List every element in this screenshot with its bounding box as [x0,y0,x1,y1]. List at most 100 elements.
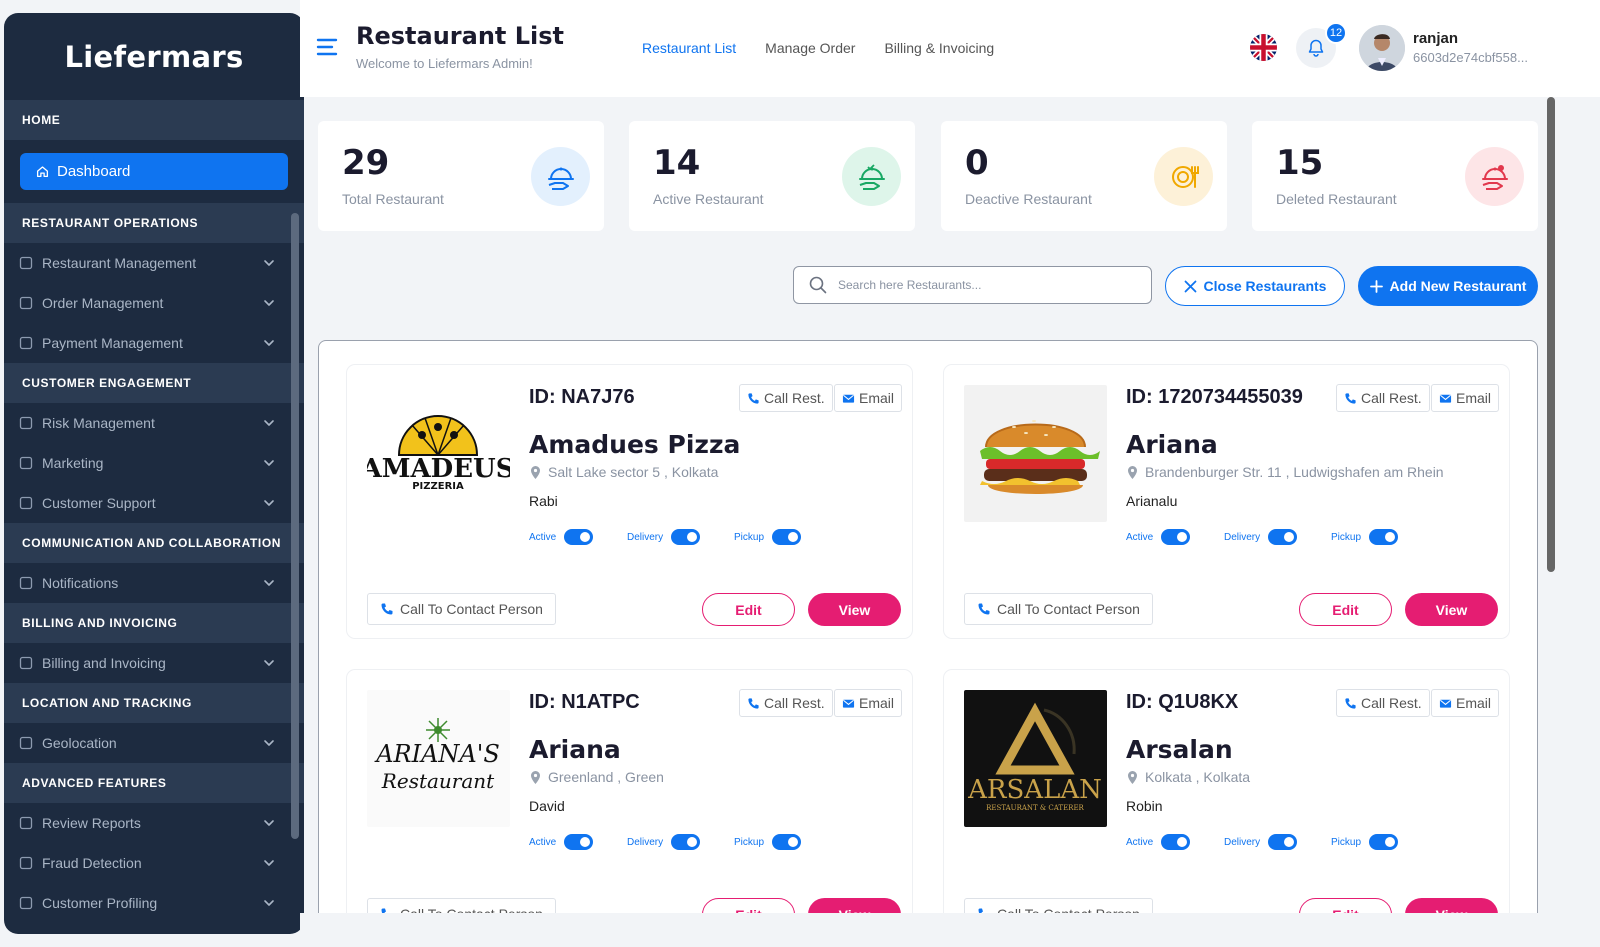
active-toggle[interactable] [1161,834,1191,850]
active-toggle-group: Active [529,834,594,850]
chevron-down-icon[interactable] [262,576,276,590]
active-toggle-group: Active [1126,529,1191,545]
pickup-toggle[interactable] [772,529,802,545]
sidebar-item-label: Notifications [42,575,119,591]
chevron-down-icon[interactable] [262,856,276,870]
view-button[interactable]: View [808,593,901,626]
chevron-down-icon[interactable] [262,896,276,910]
sidebar-item-marketing[interactable]: Marketing [4,443,304,483]
phone-icon [380,602,394,616]
home-icon [36,165,49,178]
pickup-toggle[interactable] [1369,834,1399,850]
close-restaurants-button[interactable]: Close Restaurants [1165,266,1345,306]
sidebar-item-billing-and-invoicing[interactable]: Billing and Invoicing [4,643,304,683]
uk-flag-icon[interactable] [1250,34,1277,61]
call-restaurant-button[interactable]: Call Rest. [1336,689,1430,717]
sidebar-scrollbar[interactable] [291,213,299,839]
call-contact-person-button[interactable]: Call To Contact Person [964,593,1153,625]
call-restaurant-button[interactable]: Call Rest. [739,384,833,412]
email-button[interactable]: Email [1431,384,1500,412]
section-advanced-features: ADVANCED FEATURES [4,763,304,803]
call-restaurant-button[interactable]: Call Rest. [1336,384,1430,412]
svg-text:AMADEUS: AMADEUS [367,454,510,484]
tab-manage-order[interactable]: Manage Order [765,40,855,56]
close-icon [1184,280,1197,293]
active-toggle[interactable] [1161,529,1191,545]
sidebar-item-label: Fraud Detection [42,855,142,871]
sidebar-item-review-reports[interactable]: Review Reports [4,803,304,843]
sidebar-item-order-management[interactable]: Order Management [4,283,304,323]
chevron-down-icon[interactable] [262,496,276,510]
main-scrollbar[interactable] [1547,97,1555,572]
restaurant-address: Greenland , Green [529,769,664,785]
search-input[interactable]: Search here Restaurants... [793,266,1152,304]
restaurant-owner: Rabi [529,493,558,509]
delivery-toggle[interactable] [1268,834,1298,850]
chevron-down-icon[interactable] [262,816,276,830]
chevron-down-icon[interactable] [262,656,276,670]
page-title: Restaurant List [356,22,565,50]
chevron-down-icon[interactable] [262,256,276,270]
sidebar-item-restaurant-management[interactable]: Restaurant Management [4,243,304,283]
active-toggle[interactable] [564,834,594,850]
restaurant-address: Kolkata , Kolkata [1126,769,1250,785]
chevron-down-icon[interactable] [262,296,276,310]
chevron-down-icon[interactable] [262,456,276,470]
email-button[interactable]: Email [1431,689,1500,717]
sidebar-item-label: Review Reports [42,815,141,831]
stat-label: Deactive Restaurant [965,191,1092,207]
tab-billing-invoicing[interactable]: Billing & Invoicing [884,40,994,56]
phone-icon [747,697,760,710]
active-toggle-group: Active [529,529,594,545]
stat-value: 14 [653,143,701,183]
active-toggle[interactable] [564,529,594,545]
sidebar-item-customer-profiling[interactable]: Customer Profiling [4,883,304,923]
add-restaurant-button[interactable]: Add New Restaurant [1358,266,1538,306]
phone-icon [977,602,991,616]
sidebar-item-payment-management[interactable]: Payment Management [4,323,304,363]
call-restaurant-label: Call Rest. [764,390,825,406]
dashboard-wrap: Dashboard [4,140,304,203]
section-home: HOME [4,100,304,140]
page-bottom-edge [300,913,1600,947]
section-location-and-tracking: LOCATION AND TRACKING [4,683,304,723]
order-icon [18,295,34,311]
tab-restaurant-list[interactable]: Restaurant List [642,40,736,56]
call-restaurant-label: Call Rest. [1361,695,1422,711]
plate-cutlery-icon [1154,147,1213,206]
email-button[interactable]: Email [834,384,903,412]
menu-toggle-icon[interactable] [316,37,338,57]
restaurant-id: ID: NA7J76 [529,386,635,408]
restaurant-id: ID: N1ATPC [529,691,640,713]
sidebar-item-dashboard[interactable]: Dashboard [20,153,288,190]
delivery-toggle[interactable] [1268,529,1298,545]
email-button[interactable]: Email [834,689,903,717]
call-restaurant-button[interactable]: Call Rest. [739,689,833,717]
sidebar-item-geolocation[interactable]: Geolocation [4,723,304,763]
call-contact-person-button[interactable]: Call To Contact Person [367,593,556,625]
mail-icon [1439,392,1452,405]
sidebar-item-label: Order Management [42,295,164,311]
pickup-toggle[interactable] [1369,529,1399,545]
active-toggle-group: Active [1126,834,1191,850]
user-avatar[interactable] [1359,25,1405,71]
phone-icon [747,392,760,405]
view-button[interactable]: View [1405,593,1498,626]
section-billing-and-invoicing: BILLING AND INVOICING [4,603,304,643]
delivery-toggle[interactable] [671,529,701,545]
pickup-toggle[interactable] [772,834,802,850]
chevron-down-icon[interactable] [262,336,276,350]
chevron-down-icon[interactable] [262,416,276,430]
edit-button[interactable]: Edit [702,593,795,626]
sidebar-item-fraud-detection[interactable]: Fraud Detection [4,843,304,883]
delivery-toggle[interactable] [671,834,701,850]
sidebar-item-risk-management[interactable]: Risk Management [4,403,304,443]
restaurant-card: AMADEUS PIZZERIA ID: NA7J76 Call Rest. Email… [347,365,912,638]
brand-logo[interactable]: Liefermars [4,13,304,100]
sidebar-item-customer-support[interactable]: Customer Support [4,483,304,523]
sidebar-item-notifications[interactable]: Notifications [4,563,304,603]
delivery-label: Delivery [627,836,664,848]
edit-button[interactable]: Edit [1299,593,1392,626]
chevron-down-icon[interactable] [262,736,276,750]
support-icon [18,495,34,511]
